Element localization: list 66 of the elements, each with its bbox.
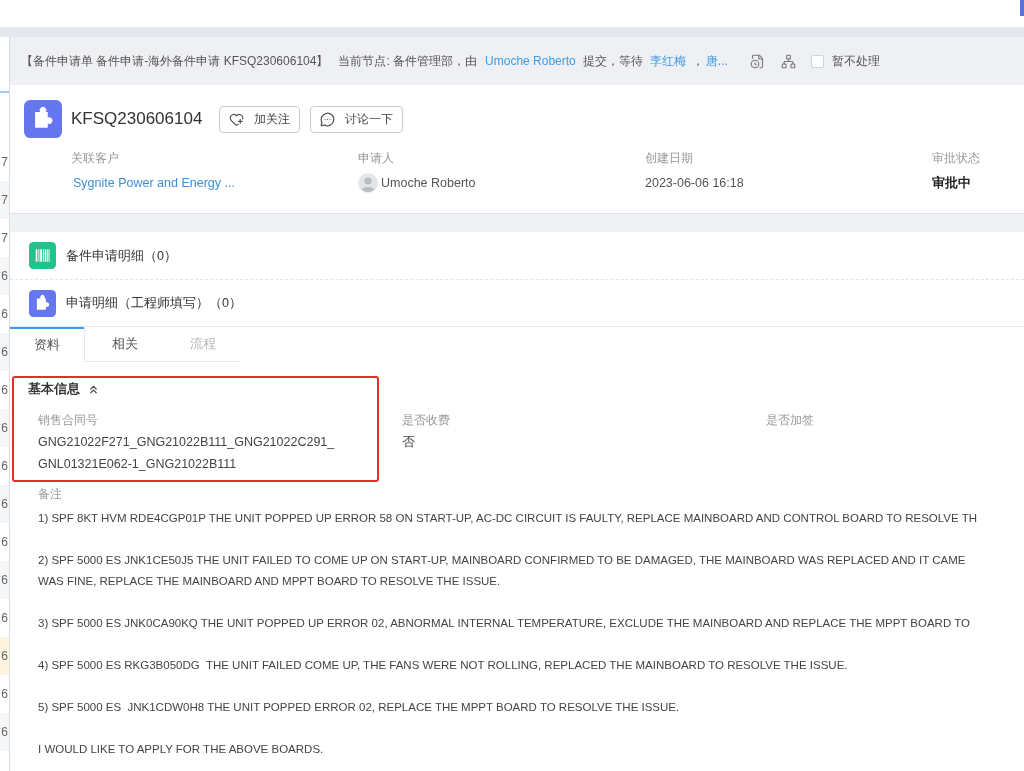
remark-paragraph: I WOULD LIKE TO APPLY FOR THE ABOVE BOARDS. [38, 742, 324, 757]
row-number: 6 [1, 611, 8, 625]
field-label: 关联客户 [71, 151, 120, 166]
remark-paragraph: 5) SPF 5000 ES JNK1CDW0H8 THE UNIT POPPED ERROR 02, REPLACE THE MPPT BOARD TO RESOLVE THE ISSUE. [38, 700, 680, 715]
row-number: 6 [1, 421, 8, 435]
chat-bubble-icon [320, 111, 336, 127]
field-label: 销售合同号 [38, 413, 99, 428]
row-number: 6 [1, 383, 8, 397]
row-number: 6 [1, 535, 8, 549]
discuss-button[interactable]: 讨论一下 [310, 105, 404, 133]
scrollbar-thumb[interactable] [1020, 0, 1024, 16]
follow-button[interactable]: 加关注 [219, 105, 301, 133]
related-list-title[interactable]: 备件申请明细（0） [66, 246, 177, 265]
list-row[interactable]: 7 [0, 181, 9, 219]
row-number: 6 [1, 725, 8, 739]
hold-label[interactable]: 暂不处理 [831, 53, 880, 69]
row-number: 6 [1, 573, 8, 587]
row-number: 6 [1, 269, 8, 283]
row-number: 6 [1, 649, 8, 663]
field-value: 2023-06-06 16:18 [645, 175, 744, 192]
field-label: 审批状态 [932, 151, 981, 166]
status-text: 提交，等待 [582, 53, 643, 69]
node-text: 当前节点: 备件管理部，由 [338, 53, 478, 69]
record-title: KFSQ230606104 [71, 108, 203, 130]
remark-paragraph: 1) SPF 8KT HVM RDE4CGP01P THE UNIT POPPED UP ERROR 58 ON START-UP, AC-DC CIRCUIT IS FAULTY, REPLACE MAINBOARD AND CONTROL BOARD TO RESOLVE TH [38, 511, 977, 526]
field-value: 否 [402, 434, 415, 451]
list-row[interactable]: 6 [0, 485, 9, 523]
field-label: 是否收费 [402, 413, 451, 428]
section-title: 基本信息 [28, 381, 80, 398]
barcode-icon [29, 242, 56, 269]
remark-paragraph: 2) SPF 5000 ES JNK1CE50J5 THE UNIT FAILED TO COME UP ON START-UP, MAINBOARD CONFIRMED TO BE DAMAGED, THE MAINBOARD WAS REPLACED AND IT CAME WAS FINE, REPLACE THE MAINBOARD AND MPPT BOARD TO RESOLVE THE ISSUE. [38, 553, 966, 589]
separator-text: ， [691, 53, 704, 69]
field-label: 申请人 [358, 151, 395, 166]
hold-checkbox[interactable] [810, 54, 824, 68]
approval-status: 审批中 [932, 174, 971, 192]
row-number: 7 [1, 231, 8, 245]
list-row[interactable]: 6 [0, 637, 9, 675]
remark-paragraph: 3) SPF 5000 ES JNK0CA90KQ THE UNIT POPPED UP ERROR 02, ABNORMAL INTERNAL TEMPERATURE, EXCLUDE THE MAINBOARD AND REPLACE THE MPPT BOARD TO [38, 616, 970, 631]
field-value: GNG21022F271_GNG21022B111_GNG21022C291_ GNL01321E062-1_GNG21022B111 [38, 434, 335, 473]
heart-plus-icon [229, 111, 245, 127]
puzzle-icon [29, 289, 56, 317]
list-row[interactable]: 6 [0, 713, 9, 751]
list-row[interactable]: 6 [0, 561, 9, 599]
list-row[interactable]: 6 [0, 333, 9, 371]
document-clock-icon[interactable] [749, 53, 765, 69]
org-chart-icon[interactable] [780, 53, 796, 69]
remark-paragraph: 4) SPF 5000 ES RKG3B050DG THE UNIT FAILED COME UP, THE FANS WERE NOT ROLLING, REPLACED THE MAINBOARD TO RESOLVE THE ISSUE. [38, 658, 848, 673]
row-number: 7 [1, 193, 8, 207]
related-list-title[interactable]: 申请明细（工程师填写）（0） [66, 294, 242, 312]
customer-link[interactable]: Sygnite Power and Energy ... [73, 173, 235, 193]
tab[interactable]: 资料 [10, 327, 85, 362]
field-label: 备注 [38, 487, 62, 502]
row-number: 7 [1, 155, 8, 169]
avatar-icon [358, 173, 378, 193]
list-row[interactable]: 6 [0, 409, 9, 447]
list-row[interactable]: 6 [0, 257, 9, 295]
field-label: 是否加签 [766, 413, 815, 428]
row-number: 6 [1, 307, 8, 321]
applicant-name: Umoche Roberto [381, 175, 476, 192]
row-number: 6 [1, 345, 8, 359]
row-number: 6 [1, 497, 8, 511]
record-title: 【备件申请单 备件申请-海外备件申请 KFSQ230606104】 [21, 53, 329, 69]
puzzle-icon [24, 100, 62, 138]
row-number: 6 [1, 687, 8, 701]
row-number: 6 [1, 459, 8, 473]
field-label: 创建日期 [645, 151, 694, 166]
